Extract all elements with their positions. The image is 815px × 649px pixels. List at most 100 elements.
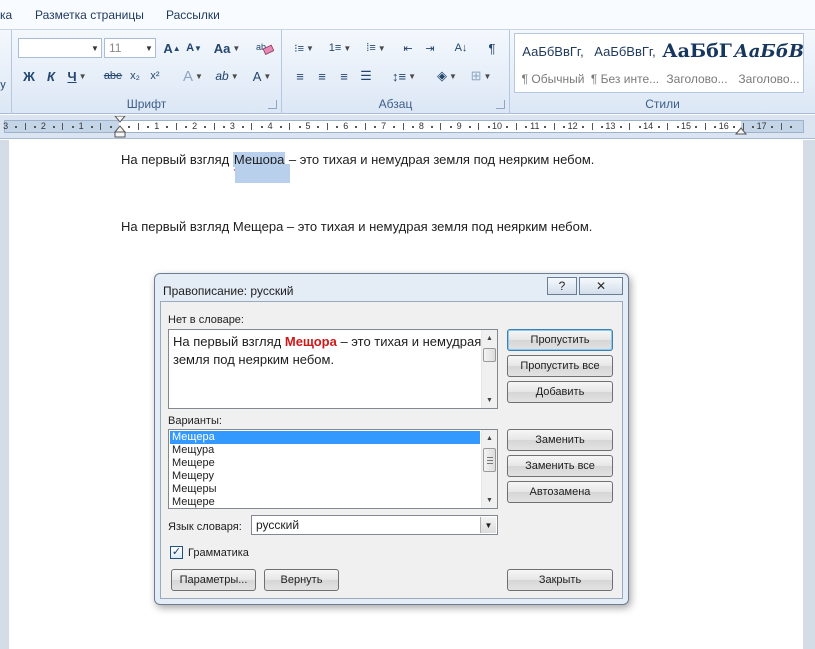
font-name-combo[interactable]: ▼ xyxy=(18,38,102,58)
tab-mailings[interactable]: Рассылки xyxy=(166,8,220,22)
help-button[interactable]: ? xyxy=(547,277,577,295)
ruler-dot xyxy=(222,126,225,128)
subscript-button[interactable]: x₂ xyxy=(126,66,144,86)
document-line-2[interactable]: На первый взгляд Мещера – это тихая и не… xyxy=(121,219,592,234)
tab-partial[interactable]: ка xyxy=(0,8,12,22)
close-icon[interactable]: ✕ xyxy=(579,277,623,295)
increase-indent-button[interactable]: ⇥ xyxy=(420,38,440,58)
ruler-tick xyxy=(100,123,102,130)
dialog-close-button[interactable]: Закрыть xyxy=(507,569,613,591)
font-size-combo[interactable]: 11 ▼ xyxy=(104,38,156,58)
align-right-button[interactable]: ≡ xyxy=(334,66,354,86)
ruler-dot xyxy=(487,126,490,128)
suggestions-listbox[interactable]: Мещера Мещура Мещере Мещеру Мещеры Мещер… xyxy=(168,429,498,509)
scroll-up-icon[interactable]: ▲ xyxy=(482,430,497,446)
scroll-thumb[interactable] xyxy=(483,448,496,472)
ignore-all-button[interactable]: Пропустить все xyxy=(507,355,613,377)
line-spacing-button[interactable]: ↕≡ ▼ xyxy=(388,66,420,86)
ruler-number: 1 xyxy=(78,121,84,131)
spelling-dialog: Правописание: русский ? ✕ Нет в словаре:… xyxy=(154,273,629,605)
add-to-dictionary-button[interactable]: Добавить xyxy=(507,381,613,403)
change-button[interactable]: Заменить xyxy=(507,429,613,451)
ruler-dot xyxy=(355,126,358,128)
ruler-number: 1 xyxy=(154,121,160,131)
underline-button[interactable]: Ч ▼ xyxy=(64,66,90,86)
language-select[interactable]: русский ▼ xyxy=(251,515,498,535)
sentence-before: На первый взгляд xyxy=(173,334,285,349)
highlight-button[interactable]: ab ▼ xyxy=(212,66,242,86)
ruler-tick xyxy=(24,123,26,130)
ignore-button[interactable]: Пропустить xyxy=(507,329,613,351)
suggestion-item[interactable]: Мещеру xyxy=(170,470,480,483)
style-heading-1[interactable]: АаБбГ Заголово... xyxy=(661,34,733,92)
chevron-down-icon[interactable]: ▼ xyxy=(143,39,155,57)
ruler-dot xyxy=(544,126,547,128)
clipboard-icon[interactable]: у xyxy=(0,75,8,95)
change-case-button[interactable]: Aa ▼ xyxy=(212,38,242,58)
grammar-checkbox[interactable]: ✓ xyxy=(170,546,183,559)
undo-button[interactable]: Вернуть xyxy=(264,569,339,591)
autocorrect-button[interactable]: Автозамена xyxy=(507,481,613,503)
sort-button[interactable]: A↓ xyxy=(450,38,472,58)
align-right-icon: ≡ xyxy=(340,68,348,84)
document-line-1[interactable]: На первый взгляд Мещора – это тихая и не… xyxy=(121,152,594,167)
ruler-number: 6 xyxy=(343,121,349,131)
decrease-indent-button[interactable]: ⇤ xyxy=(398,38,418,58)
align-center-button[interactable]: ≡ xyxy=(312,66,332,86)
ruler-dot xyxy=(563,126,566,128)
show-marks-button[interactable]: ¶ xyxy=(482,38,502,58)
chevron-down-icon[interactable]: ▼ xyxy=(89,39,101,57)
scrollbar[interactable]: ▲ ▼ xyxy=(481,330,497,408)
superscript-button[interactable]: x² xyxy=(146,66,164,86)
numbering-button[interactable]: 1≡ ▼ xyxy=(324,38,356,58)
style-normal[interactable]: АаБбВвГг, ¶ Обычный xyxy=(517,34,589,92)
ruler-tick xyxy=(213,123,215,130)
shading-button[interactable]: ◈ ▼ xyxy=(432,66,462,86)
italic-button[interactable]: К xyxy=(42,66,60,86)
font-color-button[interactable]: A ▼ xyxy=(248,66,276,86)
ruler-strip[interactable]: 3 2 1 1 2 3 4 5 6 7 8 9 10 11 12 13 14 15 16 17 xyxy=(3,116,804,138)
right-indent-marker-icon[interactable] xyxy=(735,126,747,135)
clear-formatting-button[interactable]: ab xyxy=(254,37,276,57)
ribbon-group-paragraph: ⁝≡ ▼ 1≡ ▼ ⁞≡ ▼ ⇤ ⇥ A↓ ¶ ≡ ≡ ≡ ☰ ↕≡ ▼ ◈ ▼ ⊞ ▼ А… xyxy=(282,30,510,114)
scrollbar[interactable]: ▲ ▼ xyxy=(481,430,497,508)
text-effects-button[interactable]: A ▼ xyxy=(178,66,208,86)
tab-page-layout[interactable]: Разметка страницы xyxy=(35,8,144,22)
borders-button[interactable]: ⊞ ▼ xyxy=(466,66,496,86)
dialog-launcher-icon[interactable] xyxy=(268,100,277,109)
style-heading-2[interactable]: АаБбВ Заголово... xyxy=(733,34,805,92)
ruler-tick xyxy=(402,123,404,130)
options-button[interactable]: Параметры... xyxy=(171,569,256,591)
change-all-button[interactable]: Заменить все xyxy=(507,455,613,477)
ruler[interactable]: 3 2 1 1 2 3 4 5 6 7 8 9 10 11 12 13 14 15 16 17 xyxy=(0,115,815,139)
scroll-up-icon[interactable]: ▲ xyxy=(482,330,497,346)
ruler-number: 16 xyxy=(718,121,729,131)
style-name: ¶ Обычный xyxy=(521,72,585,86)
grow-font-button[interactable]: A ▲ xyxy=(162,38,182,58)
ruler-tick xyxy=(478,123,480,130)
suggestion-item[interactable]: Мещеры xyxy=(170,483,480,496)
ruler-number: 8 xyxy=(418,121,424,131)
shrink-font-button[interactable]: A ▼ xyxy=(184,38,204,58)
indent-marker-icon[interactable] xyxy=(114,116,126,138)
bullets-button[interactable]: ⁝≡ ▼ xyxy=(288,38,320,58)
bold-button[interactable]: Ж xyxy=(20,66,38,86)
chevron-down-icon[interactable]: ▼ xyxy=(480,517,496,533)
not-in-dict-textbox[interactable]: На первый взгляд Мещора – это тихая и не… xyxy=(168,329,498,409)
style-no-spacing[interactable]: АаБбВвГг, ¶ Без инте... xyxy=(589,34,661,92)
suggestion-item[interactable]: Мещура xyxy=(170,444,480,457)
multilevel-list-button[interactable]: ⁞≡ ▼ xyxy=(360,38,392,58)
align-left-button[interactable]: ≡ xyxy=(290,66,310,86)
scroll-down-icon[interactable]: ▼ xyxy=(482,392,497,408)
ruler-tick xyxy=(591,123,593,130)
suggestion-item[interactable]: Мещере xyxy=(170,457,480,470)
suggestion-item[interactable]: Мещера xyxy=(170,431,480,444)
dialog-launcher-icon[interactable] xyxy=(496,100,505,109)
ruler-number: 7 xyxy=(381,121,387,131)
strikethrough-button[interactable]: abe xyxy=(100,66,126,86)
scroll-thumb[interactable] xyxy=(483,348,496,362)
scroll-down-icon[interactable]: ▼ xyxy=(482,492,497,508)
justify-button[interactable]: ☰ xyxy=(356,66,376,86)
font-size-value: 11 xyxy=(109,41,122,55)
suggestion-item[interactable]: Мещере xyxy=(170,496,480,509)
